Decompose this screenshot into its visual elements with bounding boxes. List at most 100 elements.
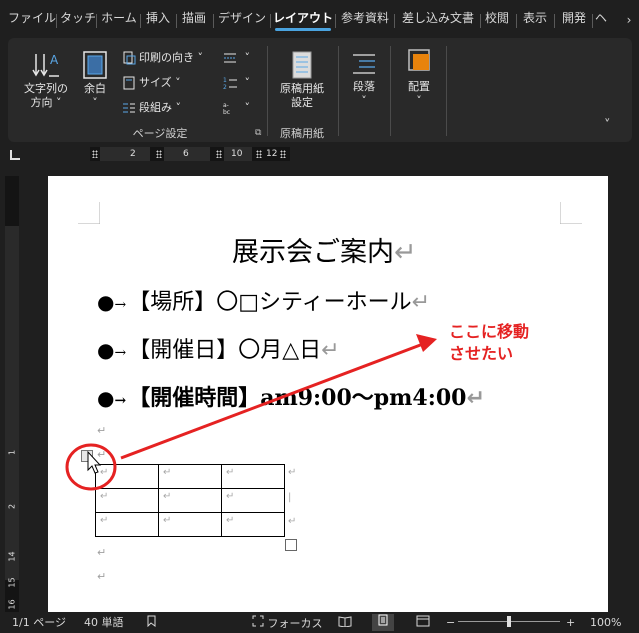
- ruler-grip-icon: [256, 150, 262, 158]
- tab-review[interactable]: 校閲: [483, 8, 511, 32]
- hyphenation-button[interactable]: a-bc ˅: [222, 99, 250, 117]
- columns-button[interactable]: 段組み ˅: [122, 99, 181, 117]
- zoom-slider-thumb[interactable]: [507, 616, 511, 627]
- page-corner-mark: [560, 202, 582, 224]
- tab-divider: [176, 14, 177, 28]
- margins-button[interactable]: 余白 ˅: [78, 50, 112, 110]
- web-layout-icon[interactable]: [416, 615, 430, 631]
- read-mode-icon[interactable]: [338, 615, 352, 631]
- tab-scroll-right-icon[interactable]: ›: [619, 10, 639, 32]
- row-end-mark: ↵: [288, 516, 297, 527]
- ruler-number: 10: [231, 149, 243, 159]
- ruler-number: 2: [130, 149, 136, 159]
- bullet-icon: ●: [97, 386, 115, 410]
- paragraph-mark: ↵: [97, 424, 107, 437]
- zoom-in-icon[interactable]: +: [566, 615, 575, 630]
- table-cell[interactable]: ↵: [158, 488, 222, 513]
- tab-view[interactable]: 表示: [521, 8, 549, 32]
- table-resize-handle-icon[interactable]: [285, 539, 297, 551]
- manuscript-icon: [292, 51, 312, 79]
- bullet-item-location[interactable]: ●→【場所】〇□シティーホール↵: [97, 284, 430, 316]
- table-cell[interactable]: ↵: [158, 512, 222, 537]
- annotation-text: ここに移動 させたい: [449, 322, 530, 363]
- table-cell[interactable]: ↵: [95, 488, 159, 513]
- paragraph-mark: ↵: [411, 290, 431, 315]
- zoom-level[interactable]: 100%: [590, 615, 621, 630]
- svg-text:a-: a-: [223, 102, 229, 109]
- page-count[interactable]: 1/1 ページ: [12, 615, 66, 630]
- tab-mailings[interactable]: 差し込み文書: [398, 8, 478, 32]
- bullet-item-date[interactable]: ●→【開催日】〇月△日↵: [97, 332, 340, 364]
- page-setup-dialog-launcher-icon[interactable]: ⧉: [255, 128, 261, 138]
- proofing-icon[interactable]: [146, 615, 158, 631]
- tab-design[interactable]: デザイン: [216, 8, 268, 32]
- breaks-button[interactable]: ˅: [222, 49, 250, 67]
- bullet-item-time[interactable]: ●→【開催時間】am9:00～pm4:00↵: [97, 380, 485, 412]
- arrange-icon: [408, 49, 430, 71]
- manuscript-settings-button[interactable]: 原稿用紙 設定: [276, 50, 328, 110]
- chevron-down-icon: ˅: [361, 94, 367, 107]
- paragraph-mark: ↵: [97, 546, 107, 559]
- svg-text:1: 1: [223, 77, 227, 84]
- ruler-number: 15: [7, 577, 17, 588]
- zoom-out-icon[interactable]: −: [446, 615, 455, 630]
- table-cell[interactable]: ↵: [221, 488, 285, 513]
- ruler-number: 14: [7, 551, 17, 562]
- table-move-handle-icon[interactable]: [81, 450, 93, 462]
- table-cell[interactable]: ↵: [95, 512, 159, 537]
- paragraph-label: 段落: [353, 80, 375, 93]
- ruler-grip-icon: [156, 150, 162, 158]
- ruler-grip-icon: [216, 150, 222, 158]
- margins-icon: [83, 51, 107, 79]
- table-cell[interactable]: ↵: [221, 512, 285, 537]
- chevron-down-icon: ˅: [92, 96, 98, 109]
- table-cell[interactable]: ↵: [158, 464, 222, 489]
- print-layout-icon[interactable]: [372, 614, 394, 631]
- ruler-number: 2: [7, 503, 17, 510]
- horizontal-ruler[interactable]: 2 6 10 12: [90, 147, 290, 161]
- tab-insert[interactable]: 挿入: [144, 8, 172, 32]
- tab-selector-icon[interactable]: [10, 150, 20, 160]
- tab-arrow-icon: →: [114, 297, 127, 313]
- tab-layout[interactable]: レイアウト: [273, 8, 333, 32]
- ruler-segment: [100, 147, 150, 161]
- tab-divider: [480, 14, 481, 28]
- tab-divider: [96, 14, 97, 28]
- tab-developer[interactable]: 開発: [558, 8, 590, 32]
- tab-touch[interactable]: タッチ: [60, 8, 96, 32]
- tab-divider: [213, 14, 214, 28]
- orientation-button[interactable]: 印刷の向き ˅: [122, 49, 203, 67]
- vertical-ruler[interactable]: 1 2 14 15 16: [5, 176, 19, 612]
- collapse-ribbon-icon[interactable]: ˅: [604, 118, 611, 133]
- tab-divider: [516, 14, 517, 28]
- manuscript-group-label: 原稿用紙: [280, 127, 324, 140]
- tab-file[interactable]: ファイル: [8, 8, 56, 32]
- line-numbers-button[interactable]: 12 ˅: [222, 74, 250, 92]
- word-count[interactable]: 40 単語: [84, 615, 124, 630]
- tab-draw[interactable]: 描画: [180, 8, 208, 32]
- tab-divider: [56, 14, 57, 28]
- tab-arrow-icon: →: [114, 393, 127, 409]
- focus-button[interactable]: フォーカス: [252, 615, 323, 631]
- tab-help[interactable]: ヘ: [594, 8, 608, 32]
- arrange-button[interactable]: 配置 ˅: [398, 48, 440, 108]
- table-cell[interactable]: ↵: [95, 464, 159, 489]
- columns-icon: [123, 103, 135, 113]
- table-row: ↵ ↵ ↵: [95, 464, 285, 489]
- text-direction-button[interactable]: A 文字列の 方向 ˅: [20, 50, 72, 110]
- tab-home[interactable]: ホーム: [100, 8, 138, 32]
- document-table[interactable]: ↵ ↵ ↵ ↵ ↵ ↵ ↵ ↵ ↵: [95, 464, 285, 537]
- tab-references[interactable]: 参考資料: [338, 8, 392, 32]
- paragraph-button[interactable]: 段落 ˅: [346, 50, 382, 108]
- page-setup-group-label: ページ設定: [132, 127, 188, 140]
- table-cell[interactable]: ↵: [221, 464, 285, 489]
- status-bar: 1/1 ページ 40 単語 フォーカス − + 100%: [0, 612, 639, 633]
- paragraph-mark: ↵: [466, 386, 485, 411]
- document-title[interactable]: 展示会ご案内↵: [232, 230, 417, 269]
- manuscript-label-1: 原稿用紙: [280, 82, 324, 95]
- paragraph-mark: ↵: [321, 338, 340, 363]
- svg-text:2: 2: [223, 84, 227, 90]
- bullet-icon: ●: [97, 290, 115, 314]
- size-button[interactable]: サイズ ˅: [122, 74, 181, 92]
- ruler-grip-icon: [280, 150, 286, 158]
